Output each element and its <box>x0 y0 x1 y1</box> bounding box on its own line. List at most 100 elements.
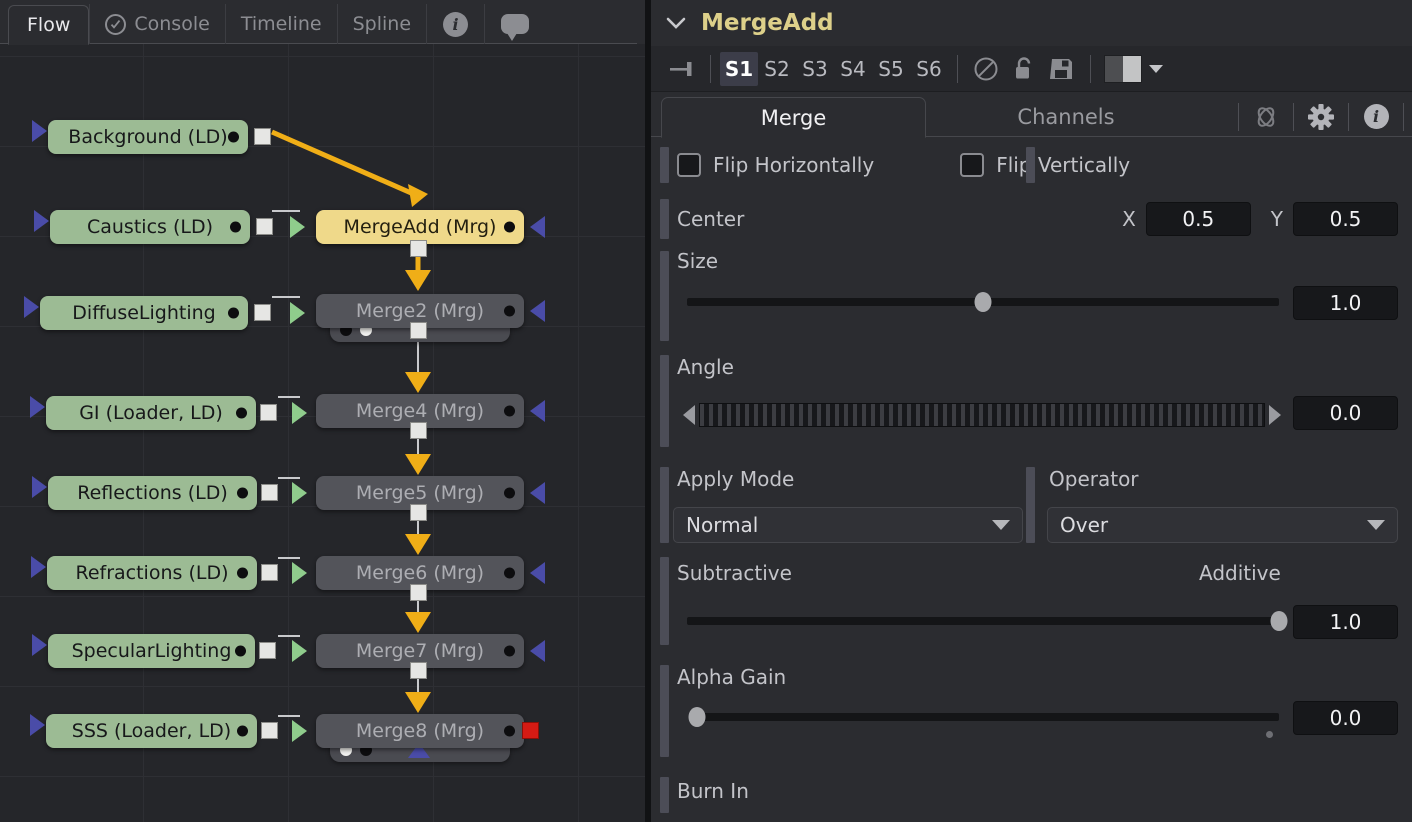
node-input-arrow[interactable] <box>30 714 45 736</box>
node-output-port[interactable] <box>259 642 276 659</box>
tab-merge[interactable]: Merge <box>661 97 926 138</box>
node-gi[interactable]: GI (Loader, LD) <box>46 396 256 430</box>
tab-timeline[interactable]: Timeline <box>224 4 337 44</box>
blend-value-input[interactable]: 1.0 <box>1293 605 1398 639</box>
color-swatch[interactable] <box>1104 54 1142 83</box>
save-icon[interactable] <box>1043 52 1081 86</box>
node-output-port[interactable] <box>261 722 278 739</box>
node-merge8[interactable]: Merge8 (Mrg) <box>316 714 524 748</box>
node-sss[interactable]: SSS (Loader, LD) <box>46 714 257 748</box>
tab-separator <box>1293 102 1294 131</box>
state-button-s4[interactable]: S4 <box>834 52 872 86</box>
chevron-down-icon[interactable] <box>992 520 1010 530</box>
state-button-s1[interactable]: S1 <box>720 51 758 86</box>
flip-vertically-checkbox[interactable] <box>960 153 985 177</box>
node-reflections[interactable]: Reflections (LD) <box>48 476 257 510</box>
chevron-down-icon[interactable] <box>1149 64 1163 73</box>
node-output-arrow[interactable] <box>530 216 545 238</box>
node-diffuselighting[interactable]: DiffuseLighting <box>40 296 248 330</box>
apply-mode-dropdown[interactable]: Normal <box>673 507 1023 543</box>
state-button-s2[interactable]: S2 <box>758 52 796 86</box>
scrubber-left-arrow[interactable] <box>683 405 695 425</box>
no-entry-icon[interactable] <box>967 52 1005 86</box>
node-connected-arrow <box>292 402 307 424</box>
node-output-port-error[interactable] <box>522 722 539 739</box>
size-slider[interactable] <box>687 292 1279 312</box>
node-output-arrow[interactable] <box>530 482 545 504</box>
size-slider-knob[interactable] <box>974 292 992 312</box>
lock-open-icon[interactable] <box>1005 52 1043 86</box>
node-output-port[interactable] <box>254 304 271 321</box>
node-caustics[interactable]: Caustics (LD) <box>50 210 250 244</box>
node-input-arrow[interactable] <box>34 210 49 232</box>
tab-merge-label: Merge <box>760 105 827 130</box>
node-output-port[interactable] <box>260 404 277 421</box>
node-input-arrow[interactable] <box>24 296 39 318</box>
chevron-down-icon[interactable] <box>1367 520 1385 530</box>
blend-slider-knob[interactable] <box>1270 611 1288 631</box>
node-output-port[interactable] <box>410 662 427 679</box>
keyframe-marker[interactable] <box>1266 731 1273 738</box>
tab-channels-label: Channels <box>1017 104 1115 129</box>
tab-info[interactable]: i <box>426 4 484 44</box>
blend-slider[interactable] <box>687 611 1288 631</box>
node-output-port[interactable] <box>261 484 278 501</box>
flow-canvas[interactable]: Background (LD) Caustics (LD) DiffuseLig… <box>0 44 645 822</box>
node-output-port[interactable] <box>410 322 427 339</box>
node-output-port[interactable] <box>410 422 427 439</box>
center-y-input[interactable]: 0.5 <box>1293 202 1398 236</box>
tab-spline[interactable]: Spline <box>336 4 426 44</box>
node-output-port[interactable] <box>410 504 427 521</box>
node-refractions[interactable]: Refractions (LD) <box>47 556 257 590</box>
node-output-arrow[interactable] <box>530 300 545 322</box>
group-indicator <box>660 665 669 757</box>
scrubber-right-arrow[interactable] <box>1269 405 1281 425</box>
node-output-port[interactable] <box>410 240 427 257</box>
atom-icon[interactable] <box>1247 100 1285 134</box>
node-status-dot <box>228 307 239 319</box>
tab-comment[interactable] <box>484 4 545 44</box>
color-swatch-control[interactable] <box>1104 54 1163 83</box>
additive-label: Additive <box>1199 561 1281 585</box>
alpha-gain-slider-knob[interactable] <box>688 707 706 727</box>
operator-dropdown[interactable]: Over <box>1047 507 1398 543</box>
node-output-arrow[interactable] <box>530 400 545 422</box>
angle-value-input[interactable]: 0.0 <box>1293 396 1398 430</box>
tab-channels[interactable]: Channels <box>926 96 1206 137</box>
node-specularlighting[interactable]: SpecularLighting <box>48 634 255 668</box>
tab-flow[interactable]: Flow <box>8 5 90 45</box>
alpha-gain-slider[interactable] <box>688 707 1279 727</box>
info-icon[interactable]: i <box>1357 100 1395 134</box>
node-input-arrow[interactable] <box>30 396 45 418</box>
state-button-s3[interactable]: S3 <box>796 52 834 86</box>
scrubber-track[interactable] <box>699 403 1265 427</box>
chevron-down-icon[interactable] <box>665 13 687 33</box>
node-input-arrow[interactable] <box>32 120 47 142</box>
angle-scrubber[interactable] <box>683 403 1281 427</box>
node-output-port[interactable] <box>254 128 271 145</box>
node-background[interactable]: Background (LD) <box>48 120 248 154</box>
size-value-input[interactable]: 1.0 <box>1293 286 1398 320</box>
state-button-s5[interactable]: S5 <box>872 52 910 86</box>
node-output-port[interactable] <box>256 218 273 235</box>
node-output-arrow[interactable] <box>530 562 545 584</box>
pin-icon[interactable] <box>663 52 701 86</box>
alpha-gain-value-input[interactable]: 0.0 <box>1293 701 1398 735</box>
size-label: Size <box>677 249 719 273</box>
check-circle-icon <box>105 13 127 35</box>
angle-label: Angle <box>677 355 734 379</box>
node-output-port[interactable] <box>261 564 278 581</box>
node-input-arrow[interactable] <box>32 476 47 498</box>
node-mergeadd[interactable]: MergeAdd (Mrg) <box>316 210 524 244</box>
tab-console[interactable]: Console <box>89 4 224 44</box>
node-output-port[interactable] <box>410 584 427 601</box>
node-input-arrow[interactable] <box>31 556 46 578</box>
state-button-s6[interactable]: S6 <box>910 52 948 86</box>
node-output-arrow[interactable] <box>530 640 545 662</box>
node-status-dot <box>237 487 248 499</box>
node-connected-arrow <box>292 482 307 504</box>
node-input-arrow[interactable] <box>32 634 47 656</box>
flip-horizontally-checkbox[interactable] <box>677 153 701 177</box>
center-x-input[interactable]: 0.5 <box>1145 202 1251 236</box>
gear-icon[interactable] <box>1302 100 1340 134</box>
